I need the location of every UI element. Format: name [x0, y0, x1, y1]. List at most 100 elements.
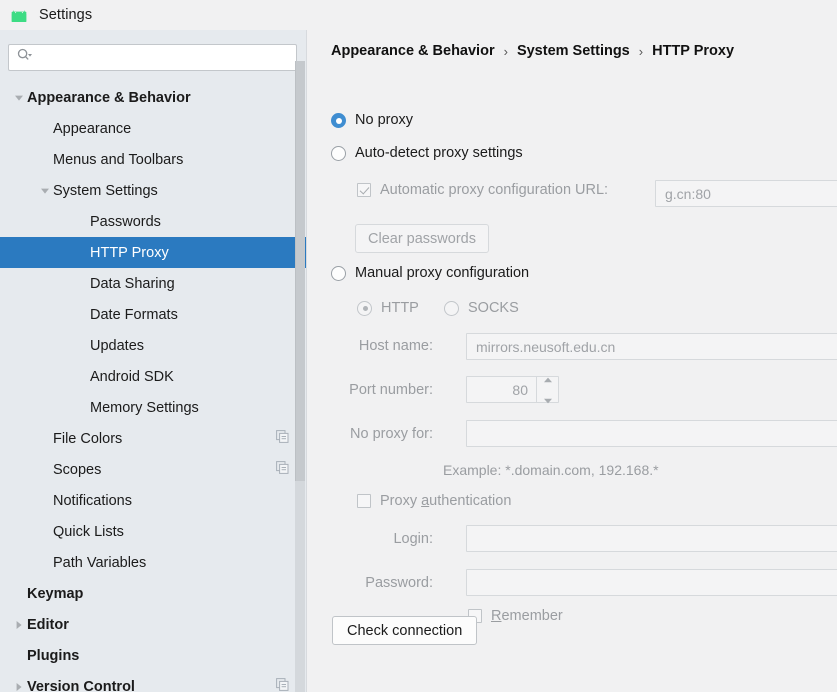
tree-arrow-spacer [11, 640, 27, 671]
tree-arrow-spacer [11, 578, 27, 609]
sidebar-item-passwords[interactable]: Passwords [0, 206, 307, 237]
sidebar-item-scopes[interactable]: Scopes [0, 454, 307, 485]
spinner-up-icon[interactable] [543, 370, 553, 388]
sidebar-item-label: Menus and Toolbars [53, 151, 184, 168]
tree-arrow-spacer [74, 206, 90, 237]
sidebar-item-http-proxy[interactable]: HTTP Proxy [0, 237, 307, 268]
chevron-down-icon[interactable] [11, 82, 27, 113]
sidebar-item-label: File Colors [53, 430, 123, 447]
auto-config-url-value: g.cn:80 [665, 185, 711, 202]
sidebar-item-label: Passwords [90, 213, 161, 230]
auto-detect-radio[interactable] [331, 145, 346, 161]
tree-arrow-spacer [37, 454, 53, 485]
sidebar-item-quick-lists[interactable]: Quick Lists [0, 516, 307, 547]
auto-config-url-option[interactable]: Automatic proxy configuration URL: [357, 182, 608, 198]
sidebar-item-version-control[interactable]: Version Control [0, 671, 307, 692]
proxy-authentication-option[interactable]: Proxy authentication [357, 493, 511, 509]
password-input[interactable] [466, 569, 837, 596]
port-number-stepper[interactable]: 80 [466, 376, 559, 404]
port-number-value: 80 [512, 381, 528, 398]
search-input[interactable] [33, 45, 296, 70]
clear-passwords-button[interactable]: Clear passwords [355, 224, 489, 253]
chevron-down-icon[interactable] [37, 175, 53, 206]
auto-detect-label: Auto-detect proxy settings [355, 145, 523, 161]
auto-detect-option[interactable]: Auto-detect proxy settings [331, 145, 523, 161]
sidebar-item-editor[interactable]: Editor [0, 609, 307, 640]
search-icon[interactable] [17, 48, 33, 67]
host-name-label: Host name: [358, 338, 433, 354]
sidebar-item-path-variables[interactable]: Path Variables [0, 547, 307, 578]
sidebar-item-appearance-behavior[interactable]: Appearance & Behavior [0, 82, 307, 113]
breadcrumb-separator: › [638, 43, 644, 59]
sidebar-item-data-sharing[interactable]: Data Sharing [0, 268, 307, 299]
sidebar-item-android-sdk[interactable]: Android SDK [0, 361, 307, 392]
sidebar-item-label: Data Sharing [90, 275, 175, 292]
tree-arrow-spacer [74, 299, 90, 330]
no-proxy-label: No proxy [355, 112, 414, 128]
no-proxy-option[interactable]: No proxy [331, 112, 413, 128]
sidebar-item-label: Date Formats [90, 306, 178, 323]
auto-config-url-checkbox[interactable] [357, 183, 371, 197]
sidebar-item-date-formats[interactable]: Date Formats [0, 299, 307, 330]
tree-arrow-spacer [74, 330, 90, 361]
protocol-socks-label: SOCKS [468, 300, 519, 316]
protocol-socks-radio[interactable] [444, 300, 459, 316]
tree-arrow-spacer [74, 392, 90, 423]
sidebar-item-keymap[interactable]: Keymap [0, 578, 307, 609]
sidebar-item-file-colors[interactable]: File Colors [0, 423, 307, 454]
tree-arrow-spacer [74, 268, 90, 299]
login-label: Login: [393, 531, 433, 547]
host-name-value: mirrors.neusoft.edu.cn [476, 338, 616, 355]
spinner-down-icon[interactable] [543, 391, 553, 409]
copy-icon[interactable] [276, 429, 289, 448]
breadcrumb-part: System Settings [516, 43, 630, 59]
sidebar-item-label: Memory Settings [90, 399, 199, 416]
copy-icon[interactable] [276, 677, 289, 692]
no-proxy-for-input[interactable] [466, 420, 837, 447]
auto-config-url-label: Automatic proxy configuration URL: [380, 182, 609, 198]
protocol-http-radio[interactable] [357, 300, 372, 316]
sidebar-item-label: Updates [90, 337, 145, 354]
no-proxy-radio[interactable] [331, 112, 346, 128]
chevron-right-icon[interactable] [11, 609, 27, 640]
settings-tree: Appearance & Behavior Appearance Menus and… [0, 82, 307, 692]
tree-arrow-spacer [37, 516, 53, 547]
protocol-http-label: HTTP [381, 300, 419, 316]
search-box[interactable] [8, 44, 297, 71]
sidebar-item-label: Version Control [27, 678, 135, 692]
host-name-input[interactable]: mirrors.neusoft.edu.cn [466, 333, 837, 360]
sidebar-scrollbar-thumb[interactable] [295, 61, 305, 481]
sidebar-item-label: Scopes [53, 461, 102, 478]
password-label: Password: [365, 575, 433, 591]
sidebar-item-label: Appearance [53, 120, 132, 137]
manual-proxy-option[interactable]: Manual proxy configuration [331, 265, 529, 281]
check-connection-button[interactable]: Check connection [332, 616, 478, 645]
manual-proxy-radio[interactable] [331, 265, 346, 281]
remember-option[interactable]: Remember [468, 608, 563, 624]
sidebar-item-updates[interactable]: Updates [0, 330, 307, 361]
breadcrumb-separator: › [503, 43, 508, 59]
sidebar-item-plugins[interactable]: Plugins [0, 640, 307, 671]
protocol-socks-option[interactable]: SOCKS [444, 300, 519, 316]
sidebar-item-memory-settings[interactable]: Memory Settings [0, 392, 307, 423]
port-number-label: Port number: [349, 382, 433, 398]
auto-config-url-input[interactable]: g.cn:80 [655, 180, 837, 207]
tree-arrow-spacer [37, 144, 53, 175]
sidebar-item-menus-and-toolbars[interactable]: Menus and Toolbars [0, 144, 307, 175]
copy-icon[interactable] [276, 460, 289, 479]
tree-arrow-spacer [74, 361, 90, 392]
tree-arrow-spacer [37, 485, 53, 516]
breadcrumb: Appearance & Behavior › System Settings › HT… [331, 43, 734, 59]
proxy-authentication-checkbox[interactable] [357, 494, 371, 508]
settings-sidebar: Appearance & Behavior Appearance Menus and… [0, 30, 307, 692]
login-input[interactable] [466, 525, 837, 552]
chevron-right-icon[interactable] [11, 671, 27, 692]
sidebar-item-notifications[interactable]: Notifications [0, 485, 307, 516]
example-hint: Example: *.domain.com, 192.168.* [443, 462, 659, 478]
sidebar-item-label: Plugins [27, 647, 80, 664]
sidebar-item-system-settings[interactable]: System Settings [0, 175, 307, 206]
sidebar-item-appearance[interactable]: Appearance [0, 113, 307, 144]
port-number-spin-buttons[interactable] [536, 377, 558, 404]
sidebar-item-label: HTTP Proxy [90, 244, 169, 261]
protocol-http-option[interactable]: HTTP [357, 300, 419, 316]
